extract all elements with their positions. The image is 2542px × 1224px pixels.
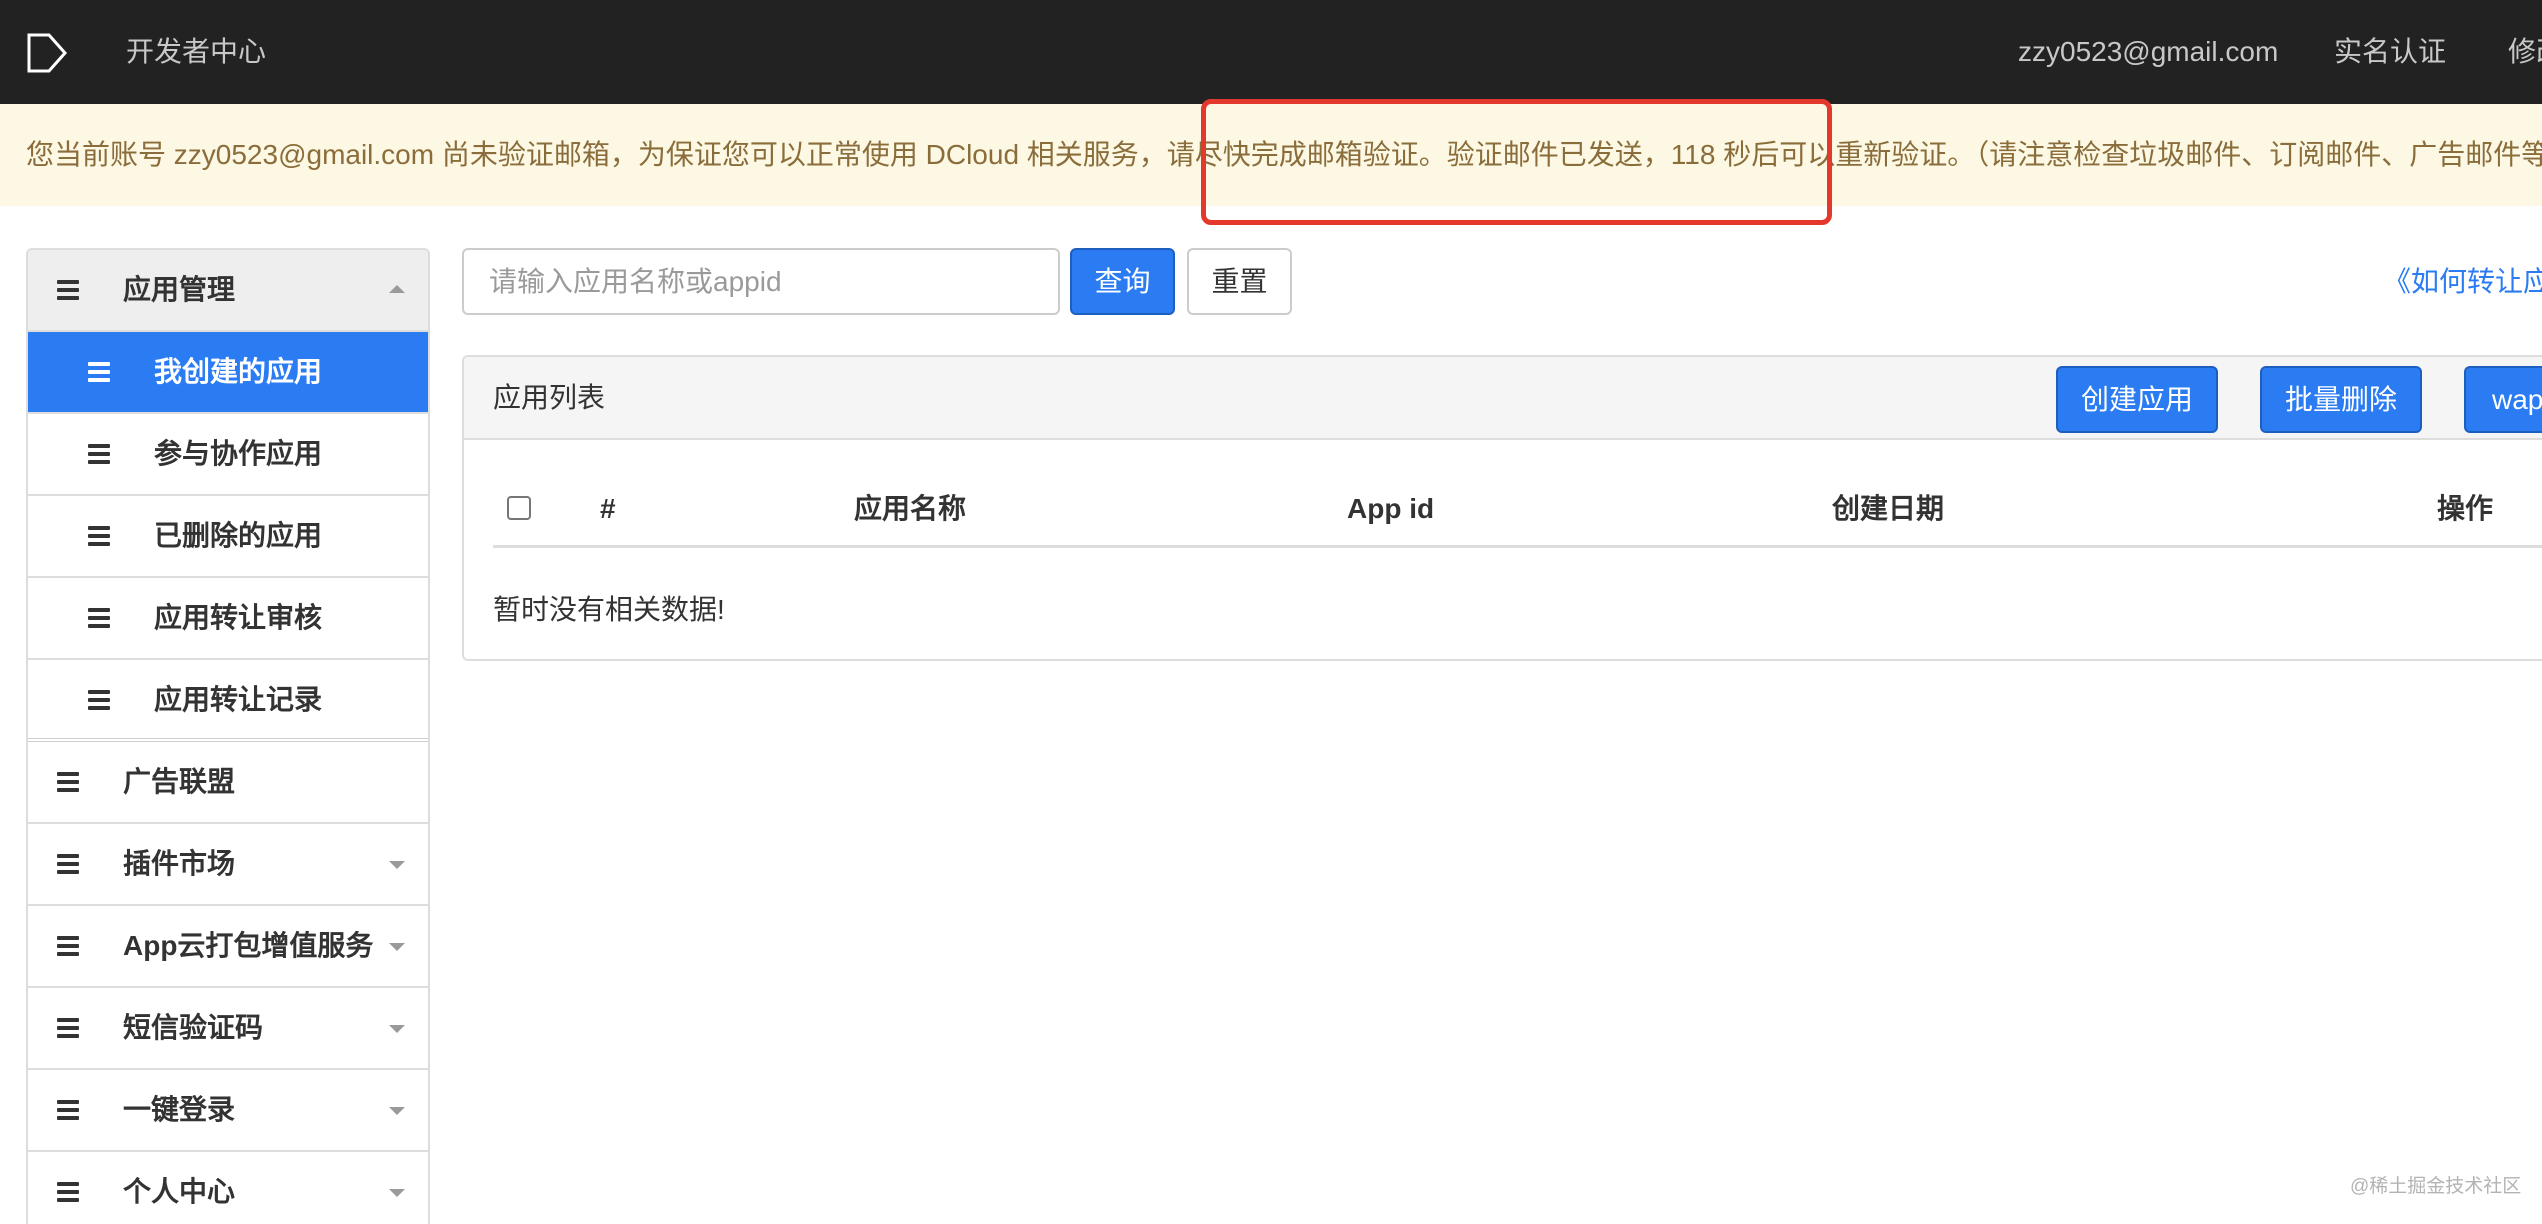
menu-icon bbox=[57, 772, 79, 792]
column-header-app-name[interactable]: 应用名称 bbox=[854, 470, 966, 548]
menu-icon bbox=[88, 690, 110, 710]
transfer-guide-link[interactable]: 《如何转让应 bbox=[2383, 248, 2542, 315]
watermark: @稀土掘金技术社区 bbox=[2350, 1176, 2522, 1197]
sidebar-item-label: 广告联盟 bbox=[123, 766, 236, 797]
account-email-link[interactable]: zzy0523@gmail.com bbox=[2018, 0, 2278, 104]
column-header-actions: 操作 bbox=[2437, 493, 2494, 524]
sidebar-item-deleted-apps[interactable]: 已删除的应用 bbox=[28, 496, 428, 578]
sidebar-group-sms-verification[interactable]: 短信验证码 bbox=[28, 988, 428, 1070]
panel-header: 应用列表 创建应用 批量删除 wap bbox=[464, 357, 2542, 440]
caret-down-icon bbox=[389, 861, 405, 869]
sidebar-group-ad-alliance[interactable]: 广告联盟 bbox=[28, 742, 428, 824]
sidebar-group-app-management[interactable]: 应用管理 bbox=[28, 250, 428, 332]
sidebar-menu: 应用管理 我创建的应用 参与协作应用 已删除的应用 应用转让审核 应用转让记录 … bbox=[26, 248, 430, 1224]
sidebar-item-label: 应用转让记录 bbox=[154, 684, 323, 715]
menu-icon bbox=[88, 526, 110, 546]
dcloud-logo-icon[interactable] bbox=[26, 32, 68, 74]
sidebar-item-label: 短信验证码 bbox=[123, 1012, 264, 1043]
app-search-input[interactable] bbox=[462, 248, 1060, 315]
reset-button[interactable]: 重置 bbox=[1187, 248, 1292, 315]
sidebar-group-plugin-market[interactable]: 插件市场 bbox=[28, 824, 428, 906]
sidebar-item-label: 已删除的应用 bbox=[154, 520, 323, 551]
sidebar-item-collaborating-apps[interactable]: 参与协作应用 bbox=[28, 414, 428, 496]
sidebar-item-label: 我创建的应用 bbox=[154, 356, 323, 387]
menu-icon bbox=[57, 1100, 79, 1120]
modify-link[interactable]: 修改 bbox=[2508, 0, 2542, 104]
search-button[interactable]: 查询 bbox=[1070, 248, 1175, 315]
sidebar-item-label: 个人中心 bbox=[123, 1176, 236, 1207]
menu-icon bbox=[88, 444, 110, 464]
column-header-created-date[interactable]: 创建日期 bbox=[1832, 470, 1944, 548]
menu-icon bbox=[57, 280, 79, 300]
sidebar-item-label: 参与协作应用 bbox=[154, 438, 323, 469]
table-header-row: # 应用名称 App id 创建日期 操作 bbox=[493, 470, 2542, 548]
sidebar-group-cloud-packaging[interactable]: App云打包增值服务 bbox=[28, 906, 428, 988]
sidebar-item-transfer-review[interactable]: 应用转让审核 bbox=[28, 578, 428, 660]
caret-down-icon bbox=[389, 943, 405, 951]
menu-icon bbox=[57, 1182, 79, 1202]
sidebar-item-label: App云打包增值服务 bbox=[123, 930, 374, 961]
site-title[interactable]: 开发者中心 bbox=[126, 0, 266, 104]
menu-icon bbox=[57, 854, 79, 874]
menu-icon bbox=[57, 1018, 79, 1038]
sidebar-item-transfer-records[interactable]: 应用转让记录 bbox=[28, 660, 428, 742]
sidebar-group-personal-center[interactable]: 个人中心 bbox=[28, 1152, 428, 1224]
wap-button[interactable]: wap bbox=[2464, 366, 2542, 433]
batch-delete-button[interactable]: 批量删除 bbox=[2260, 366, 2422, 433]
menu-icon bbox=[88, 362, 110, 382]
caret-down-icon bbox=[389, 1025, 405, 1033]
sidebar-item-label: 插件市场 bbox=[123, 848, 236, 879]
select-all-checkbox[interactable] bbox=[507, 496, 531, 520]
column-header-app-id[interactable]: App id bbox=[1347, 470, 1434, 548]
caret-down-icon bbox=[389, 1107, 405, 1115]
create-app-button[interactable]: 创建应用 bbox=[2056, 366, 2218, 433]
sidebar-item-label: 应用管理 bbox=[123, 274, 236, 305]
sidebar-item-label: 应用转让审核 bbox=[154, 602, 323, 633]
menu-icon bbox=[57, 936, 79, 956]
panel-title: 应用列表 bbox=[493, 382, 606, 413]
sidebar-item-label: 一键登录 bbox=[123, 1094, 236, 1125]
app-list-panel: 应用列表 创建应用 批量删除 wap # 应用名称 App id 创建日期 操作… bbox=[462, 355, 2542, 661]
sidebar-group-one-click-login[interactable]: 一键登录 bbox=[28, 1070, 428, 1152]
sidebar-item-my-apps[interactable]: 我创建的应用 bbox=[28, 332, 428, 414]
top-navbar: 开发者中心 zzy0523@gmail.com 实名认证 修改 bbox=[0, 0, 2542, 104]
caret-up-icon bbox=[389, 285, 405, 293]
caret-down-icon bbox=[389, 1189, 405, 1197]
red-highlight-annotation bbox=[1201, 99, 1832, 225]
menu-icon bbox=[88, 608, 110, 628]
real-name-verification-link[interactable]: 实名认证 bbox=[2334, 0, 2446, 104]
column-header-index: # bbox=[600, 493, 616, 524]
empty-state-message: 暂时没有相关数据! bbox=[493, 594, 725, 625]
